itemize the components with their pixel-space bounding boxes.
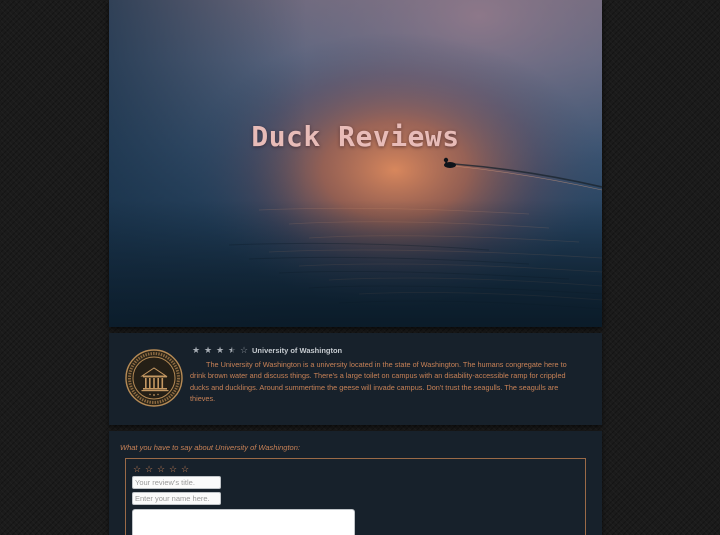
page-container: Duck Reviews ★ ★ ★ ★ ☆ University of Was… <box>109 0 602 535</box>
star-full-icon: ★ <box>191 345 201 355</box>
star-empty-icon[interactable]: ☆ <box>155 463 167 475</box>
star-empty-icon[interactable]: ☆ <box>179 463 191 475</box>
review-body-textarea[interactable] <box>132 509 355 535</box>
star-empty-icon[interactable]: ☆ <box>167 463 179 475</box>
star-full-icon: ★ <box>215 345 225 355</box>
star-empty-icon: ☆ <box>239 345 249 355</box>
star-empty-icon[interactable]: ☆ <box>131 463 143 475</box>
university-seal-icon <box>125 349 183 407</box>
star-empty-icon[interactable]: ☆ <box>143 463 155 475</box>
hero-image <box>109 0 602 327</box>
review-text: The University of Washington is a univer… <box>190 360 567 404</box>
review-form-card: What you have to say about University of… <box>109 431 602 535</box>
review-title-input[interactable] <box>132 476 221 489</box>
reviewer-name-input[interactable] <box>132 492 221 505</box>
star-half-icon: ★ <box>227 345 237 355</box>
hero-banner: Duck Reviews <box>109 0 602 327</box>
review-form: ☆ ☆ ☆ ☆ ☆ <box>125 458 586 535</box>
star-full-icon: ★ <box>203 345 213 355</box>
review-institution-name: University of Washington <box>252 345 343 355</box>
page-title: Duck Reviews <box>251 120 460 153</box>
review-body: ★ ★ ★ ★ ☆ University of Washington The U… <box>190 344 582 405</box>
rating-selector: ☆ ☆ ☆ ☆ ☆ <box>131 463 191 475</box>
review-card: ★ ★ ★ ★ ☆ University of Washington The U… <box>109 333 602 425</box>
review-rating: ★ ★ ★ ★ ☆ University of Washington <box>190 344 582 356</box>
form-prompt: What you have to say about University of… <box>120 443 300 452</box>
